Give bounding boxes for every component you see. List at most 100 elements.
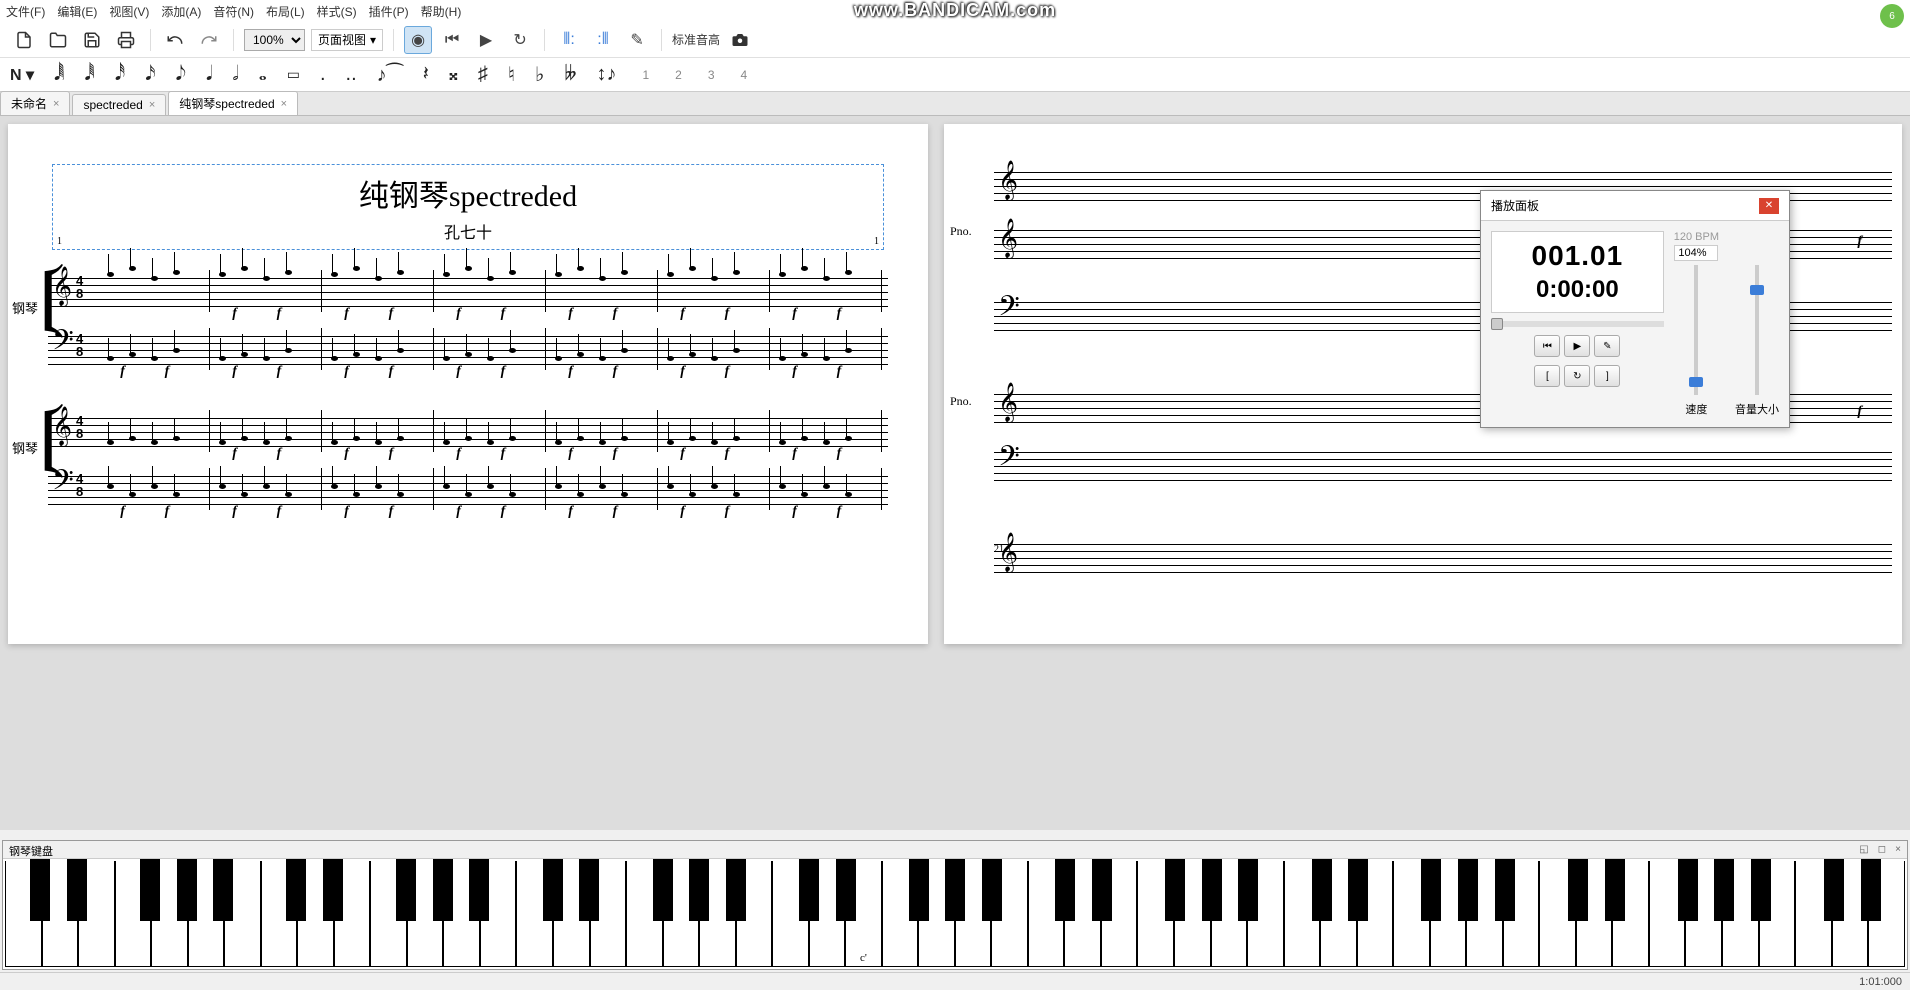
tab-pure-piano[interactable]: 纯钢琴spectreded× [168,91,298,115]
black-key[interactable] [177,859,197,921]
edit-button[interactable]: ✎ [1594,335,1620,357]
save-icon[interactable] [78,26,106,54]
redo-icon[interactable] [195,26,223,54]
tab-spectreded[interactable]: spectreded× [72,94,166,115]
panel-titlebar[interactable]: 播放面板 ✕ [1481,191,1789,221]
treble-staff[interactable]: 𝄞 48 ffffffffffff [48,410,888,452]
menu-note[interactable]: 音符(N) [213,3,254,20]
flip-icon[interactable]: ↕♪ [596,63,616,86]
natural-icon[interactable]: ♮ [508,62,515,87]
play-button[interactable]: ▶ [1564,335,1590,357]
tab-untitled[interactable]: 未命名× [0,91,70,115]
close-icon[interactable]: × [149,99,155,111]
black-key[interactable] [1312,859,1332,921]
menu-view[interactable]: 视图(V) [109,3,149,20]
loop-icon[interactable]: ↻ [506,26,534,54]
dot-icon[interactable]: . [320,63,326,86]
close-icon[interactable]: × [281,98,287,110]
close-icon[interactable]: × [1895,844,1901,855]
black-key[interactable] [653,859,673,921]
note-32-icon[interactable]: 𝅘𝅥𝅱 [84,63,94,86]
viewmode-select[interactable]: 页面视图▾ [311,29,383,51]
black-key[interactable] [1678,859,1698,921]
voice-2[interactable]: 2 [675,68,682,82]
black-key[interactable] [1421,859,1441,921]
black-key[interactable] [1495,859,1515,921]
play-icon[interactable]: ▶ [472,26,500,54]
treble-staff[interactable]: 𝄞 48 ffffffffffff [48,270,888,312]
print-icon[interactable] [112,26,140,54]
rest-icon[interactable]: 𝄽 [423,63,429,86]
tempo-input[interactable] [1674,245,1718,261]
rewind-icon[interactable]: ⏮ [438,26,466,54]
undock-icon[interactable]: ◱ [1859,844,1868,855]
camera-icon[interactable] [726,26,754,54]
note-breve-icon[interactable]: ▭ [287,66,300,83]
loop-end-button[interactable]: ] [1594,365,1620,387]
black-key[interactable] [396,859,416,921]
sharp-icon[interactable]: ♯ [478,63,488,86]
undo-icon[interactable] [161,26,189,54]
black-key[interactable] [323,859,343,921]
black-key[interactable] [1092,859,1112,921]
zoom-select[interactable]: 100% [244,29,305,51]
new-file-icon[interactable] [10,26,38,54]
playback-panel[interactable]: 播放面板 ✕ 001.01 0:00:00 ⏮ ▶ ✎ [ ↻ ] 120 BP… [1480,190,1790,428]
score-page-1[interactable]: 纯钢琴spectreded 孔七十 1 1 钢琴 𝄕 𝄞 48 ffffffff… [8,124,928,644]
black-key[interactable] [433,859,453,921]
black-key[interactable] [909,859,929,921]
note-quarter-icon[interactable]: 𝅘𝅥 [206,63,212,86]
double-flat-icon[interactable]: 𝄫 [564,63,576,86]
black-key[interactable] [543,859,563,921]
voice-1[interactable]: 1 [642,68,649,82]
black-key[interactable] [469,859,489,921]
menu-help[interactable]: 帮助(H) [421,3,462,20]
close-icon[interactable]: × [53,98,59,110]
black-key[interactable] [67,859,87,921]
note-8b-icon[interactable]: 𝅘𝅥𝅮 [176,63,186,86]
black-key[interactable] [286,859,306,921]
black-key[interactable] [1202,859,1222,921]
repeat-end-icon[interactable]: :⦀ [589,26,617,54]
black-key[interactable] [945,859,965,921]
black-key[interactable] [689,859,709,921]
staff-system-1[interactable]: 钢琴 𝄕 𝄞 48 ffffffffffff 𝄢 48 ffffffffffff… [48,270,888,370]
bass-staff[interactable]: 𝄢 48 ffffffffffffff [48,328,888,370]
black-key[interactable] [30,859,50,921]
black-key[interactable] [1165,859,1185,921]
menu-layout[interactable]: 布局(L) [266,3,305,20]
double-dot-icon[interactable]: .. [346,63,357,86]
black-key[interactable] [836,859,856,921]
voice-3[interactable]: 3 [708,68,715,82]
menu-file[interactable]: 文件(F) [6,3,45,20]
open-file-icon[interactable] [44,26,72,54]
tie-icon[interactable]: ♪⁀ [377,62,403,87]
note-16-icon[interactable]: 𝅘𝅥𝅰 [115,63,125,86]
volume-slider[interactable]: 音量大小 [1735,231,1779,417]
black-key[interactable] [1605,859,1625,921]
menu-plugin[interactable]: 插件(P) [369,3,409,20]
black-key[interactable] [1861,859,1881,921]
edit-icon[interactable]: ✎ [623,26,651,54]
loop-button[interactable]: ↻ [1564,365,1590,387]
note-half-icon[interactable]: 𝅗𝅥 [232,63,238,86]
black-key[interactable] [1238,859,1258,921]
voice-4[interactable]: 4 [741,68,748,82]
seek-slider[interactable] [1491,321,1664,327]
score-subtitle[interactable]: 孔七十 [63,219,873,243]
title-frame[interactable]: 纯钢琴spectreded 孔七十 1 1 [52,164,884,250]
flat-icon[interactable]: ♭ [535,62,544,87]
maximize-icon[interactable]: ◻ [1878,844,1886,855]
repeat-start-icon[interactable]: ⦀: [555,26,583,54]
black-key[interactable] [579,859,599,921]
black-key[interactable] [1055,859,1075,921]
staff-system-2[interactable]: 钢琴 𝄕 𝄞 48 ffffffffffff 𝄢 48 ffffffffffff… [48,410,888,510]
black-key[interactable] [1824,859,1844,921]
note-input-icon[interactable]: N ▾ [10,65,34,85]
piano-keys[interactable]: c' [3,859,1907,969]
black-key[interactable] [1348,859,1368,921]
score-title[interactable]: 纯钢琴spectreded [63,171,873,215]
note-8-icon[interactable]: 𝅘𝅥𝅯 [145,63,155,86]
black-key[interactable] [140,859,160,921]
note-whole-icon[interactable]: 𝅝 [259,63,267,86]
